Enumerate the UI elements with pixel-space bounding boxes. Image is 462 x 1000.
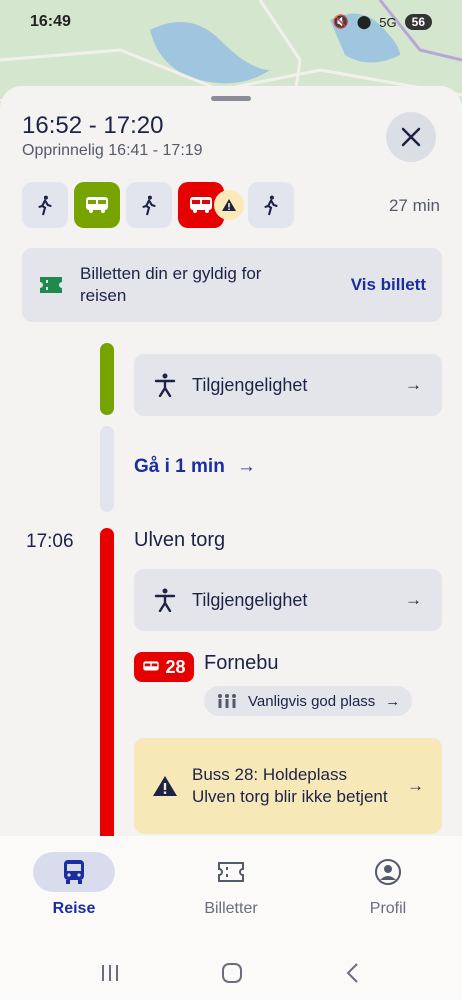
network-icon: 5G <box>379 14 397 30</box>
tab-reise-pill <box>33 852 115 892</box>
line-destination: Fornebu <box>204 652 279 674</box>
accessibility-card-1[interactable]: Tilgjengelighet → <box>134 354 442 416</box>
service-alert-card[interactable]: Buss 28: Holdeplass Ulven torg blir ikke… <box>134 738 442 834</box>
tab-billetter-label: Billetter <box>204 900 258 917</box>
battery-icon: 56 <box>404 14 432 30</box>
tab-reise[interactable]: Reise <box>24 852 124 918</box>
arrow-right-icon: → <box>385 692 401 710</box>
trip-duration: 27 min <box>388 196 440 215</box>
bus-icon <box>86 197 108 213</box>
walk-icon <box>38 195 52 216</box>
walk-instruction-link[interactable]: Gå i 1 min → <box>134 456 256 478</box>
ticket-status-text: Billetten din er gyldig for reisen <box>80 264 262 305</box>
close-button[interactable] <box>386 112 436 162</box>
close-icon <box>401 127 421 147</box>
accessibility-icon <box>154 588 176 612</box>
stop-departure-time: 17:06 <box>26 531 74 552</box>
line-badge: 28 <box>134 652 194 682</box>
profile-icon <box>375 859 401 885</box>
warning-icon <box>222 199 236 211</box>
status-time: 16:49 <box>30 13 71 30</box>
bus-icon <box>190 197 212 213</box>
trip-legs <box>22 182 294 228</box>
arrow-right-icon: → <box>405 590 422 609</box>
accessibility-card-2[interactable]: Tilgjengelighet → <box>134 569 442 631</box>
walk-icon <box>264 195 278 216</box>
walk-icon <box>142 195 156 216</box>
system-nav-bar <box>0 946 462 1000</box>
walk-instruction-label: Gå i 1 min <box>134 456 225 477</box>
tab-billetter-pill <box>190 852 272 892</box>
ticket-icon <box>40 277 62 293</box>
bus-icon <box>64 860 84 884</box>
warning-icon <box>153 776 177 796</box>
arrow-right-icon: → <box>236 456 256 477</box>
location-icon: ⬤ <box>356 14 372 29</box>
leg-walk-1[interactable] <box>22 182 68 228</box>
tab-profil-label: Profil <box>369 900 407 917</box>
status-bar: 16:49 🔇 ⬤ 5G 56 <box>0 0 462 44</box>
ticket-status-card: Billetten din er gyldig for reisen Vis b… <box>22 248 442 322</box>
walk-segment-bar <box>100 426 114 512</box>
trip-time-range: 16:52 - 17:20 <box>22 112 164 139</box>
show-ticket-link[interactable]: Vis billett <box>351 275 426 295</box>
bottom-tab-bar: Reise Billetter Profil <box>0 836 462 946</box>
capacity-info-pill[interactable]: Vanligvis god plass → <box>204 686 413 716</box>
stop-name: Ulven torg <box>134 529 226 551</box>
tab-reise-label: Reise <box>52 900 96 917</box>
back-icon[interactable] <box>343 962 363 984</box>
bus-icon <box>143 661 160 671</box>
recent-apps-icon[interactable] <box>99 963 121 983</box>
trip-details-sheet: 16:52 - 17:20 Opprinnelig 16:41 - 17:19 … <box>0 86 462 836</box>
leg-walk-2[interactable] <box>126 182 172 228</box>
arrow-right-icon: → <box>405 375 422 394</box>
home-icon[interactable] <box>220 961 244 985</box>
accessibility-label: Tilgjengelighet <box>192 589 308 610</box>
tab-billetter[interactable]: Billetter <box>181 852 281 918</box>
capacity-label: Vanligvis god plass <box>248 692 376 710</box>
leg-bus-1[interactable] <box>74 182 120 228</box>
service-alert-text: Buss 28: Holdeplass Ulven torg blir ikke… <box>192 765 388 806</box>
ticket-icon <box>218 862 244 882</box>
status-icons: 🔇 ⬤ 5G 56 <box>333 14 432 30</box>
leg-walk-3[interactable] <box>248 182 294 228</box>
tab-profil[interactable]: Profil <box>338 852 438 918</box>
arrow-right-icon: → <box>407 776 424 795</box>
tab-profil-pill <box>347 852 429 892</box>
green-line-bar <box>100 343 114 415</box>
trip-original-time: Opprinnelig 16:41 - 17:19 <box>22 142 203 159</box>
mute-icon: 🔇 <box>332 14 349 29</box>
line-number: 28 <box>165 656 186 677</box>
accessibility-icon <box>154 373 176 397</box>
red-line-bar <box>100 528 114 836</box>
sheet-drag-handle[interactable] <box>211 96 251 101</box>
people-icon <box>218 694 236 708</box>
warning-badge <box>214 190 244 220</box>
leg-bus-2[interactable] <box>178 182 244 228</box>
accessibility-label: Tilgjengelighet <box>192 374 308 395</box>
